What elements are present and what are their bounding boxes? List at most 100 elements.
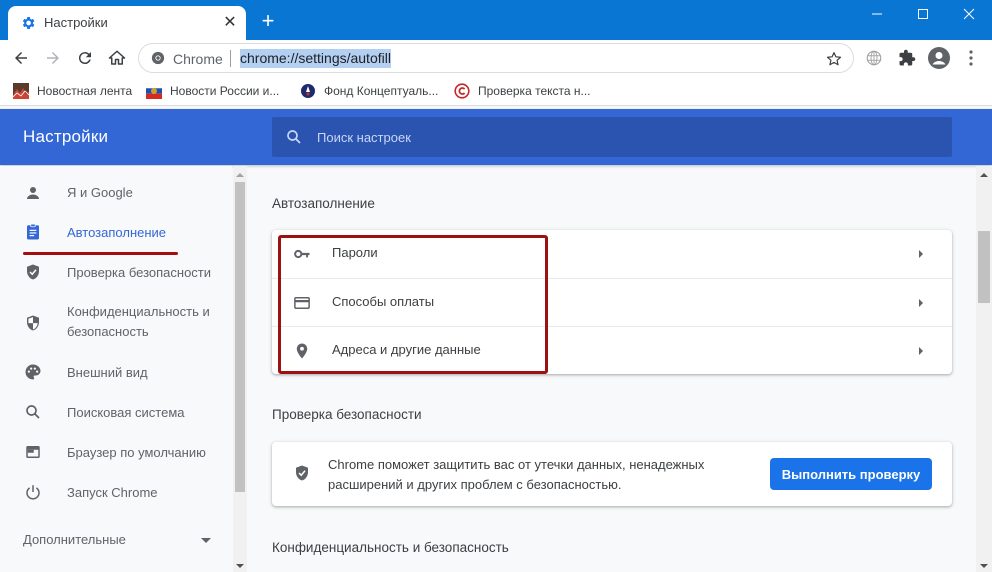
highlight-underline xyxy=(23,252,178,255)
search-icon xyxy=(287,130,301,144)
home-icon xyxy=(108,50,126,65)
bookmark-item[interactable]: Фонд Концептуаль... xyxy=(300,81,438,101)
browser-window-icon xyxy=(26,446,40,458)
profile-icon xyxy=(928,47,950,69)
close-icon xyxy=(963,8,975,20)
bookmark-item[interactable]: Проверка текста н... xyxy=(454,81,591,101)
search-input[interactable] xyxy=(317,117,937,157)
star-icon[interactable] xyxy=(825,50,843,68)
sidebar-item-privacy[interactable]: Конфиденциальность и безопасность xyxy=(0,302,232,344)
maximize-button[interactable] xyxy=(900,0,946,28)
person-icon xyxy=(27,187,39,199)
settings-search[interactable] xyxy=(272,117,952,157)
scroll-down-arrow-icon[interactable] xyxy=(980,564,988,568)
arrow-right-icon xyxy=(919,347,923,355)
privacy-section-title: Конфиденциальность и безопасность xyxy=(272,540,509,555)
sidebar-item-label: Проверка безопасности xyxy=(67,265,212,280)
palette-icon xyxy=(25,364,41,380)
location-pin-icon xyxy=(296,343,308,359)
sidebar-scroll-thumb[interactable] xyxy=(235,182,245,492)
chrome-logo-icon xyxy=(151,51,165,65)
menu-icon xyxy=(969,50,973,66)
bookmark-label: Новости России и... xyxy=(170,84,280,98)
globe-icon xyxy=(866,50,882,66)
back-button[interactable] xyxy=(9,46,33,70)
copyright-icon xyxy=(454,83,470,99)
sidebar-item-label: Автозаполнение xyxy=(67,225,167,240)
bookmark-label: Проверка текста н... xyxy=(478,84,591,98)
site-label: Chrome xyxy=(173,51,223,67)
address-bar[interactable]: Chrome chrome://settings/autofill xyxy=(138,43,854,73)
sidebar-item-appearance[interactable]: Внешний вид xyxy=(0,363,232,383)
settings-header: Настройки xyxy=(0,109,992,165)
profile-button[interactable] xyxy=(927,46,951,70)
advanced-label: Дополнительные xyxy=(23,532,126,547)
sidebar-item-label-line2: безопасность xyxy=(67,324,149,339)
clipboard-icon xyxy=(27,223,39,240)
sidebar-item-autofill[interactable]: Автозаполнение xyxy=(0,223,232,243)
autofill-card: Пароли Способы оплаты Адреса и другие да… xyxy=(272,230,952,374)
sidebar-item-on-startup[interactable]: Запуск Chrome xyxy=(0,483,232,503)
arrow-right-icon xyxy=(919,299,923,307)
reload-button[interactable] xyxy=(73,46,97,70)
sidebar-advanced-toggle[interactable]: Дополнительные xyxy=(23,530,213,550)
bookmark-item[interactable]: Новости России и... xyxy=(146,81,279,101)
payment-methods-row[interactable]: Способы оплаты xyxy=(272,278,952,326)
gear-icon xyxy=(22,17,35,29)
scroll-up-arrow-icon[interactable] xyxy=(980,173,988,177)
run-safety-check-button[interactable]: Выполнить проверку xyxy=(770,458,932,490)
minimize-icon xyxy=(872,13,882,15)
shield-half-icon xyxy=(27,315,39,331)
sidebar-item-safety-check[interactable]: Проверка безопасности xyxy=(0,263,232,283)
sidebar-item-label: Поисковая система xyxy=(67,405,185,420)
sidebar-item-label: Запуск Chrome xyxy=(67,485,158,500)
scroll-up-arrow-icon[interactable] xyxy=(236,173,244,177)
sidebar-item-search-engine[interactable]: Поисковая система xyxy=(0,403,232,423)
omnibox-separator xyxy=(230,50,231,67)
extensions-button[interactable] xyxy=(897,48,917,68)
tab-title: Настройки xyxy=(44,15,108,30)
row-label: Адреса и другие данные xyxy=(332,342,481,357)
bookmark-item[interactable]: Новостная лента xyxy=(13,81,132,101)
search-icon xyxy=(26,405,40,419)
autofill-section-title: Автозаполнение xyxy=(272,196,375,211)
safety-card: Chrome поможет защитить вас от утечки да… xyxy=(272,442,952,506)
forward-button[interactable] xyxy=(41,46,65,70)
bookmark-label: Новостная лента xyxy=(37,84,133,98)
sidebar-item-you-and-google[interactable]: Я и Google xyxy=(0,183,232,203)
credit-card-icon xyxy=(294,297,310,309)
minimize-button[interactable] xyxy=(854,0,900,28)
addresses-row[interactable]: Адреса и другие данные xyxy=(272,326,952,374)
main-scrollbar[interactable] xyxy=(976,166,992,572)
home-button[interactable] xyxy=(105,46,129,70)
tab-settings[interactable]: Настройки ✕ xyxy=(8,6,246,40)
sidebar-scrollbar[interactable] xyxy=(233,166,247,572)
sidebar-item-label-line1: Конфиденциальность и xyxy=(67,304,210,319)
toolbar: Chrome chrome://settings/autofill xyxy=(0,40,992,76)
bookmark-label: Фонд Концептуаль... xyxy=(324,84,439,98)
menu-button[interactable] xyxy=(961,48,981,68)
shield-check-icon xyxy=(27,264,39,280)
translate-button[interactable] xyxy=(864,48,884,68)
main-scroll-thumb[interactable] xyxy=(978,231,990,303)
arrow-right-icon xyxy=(919,250,923,258)
close-window-button[interactable] xyxy=(946,0,992,28)
sidebar-item-label: Я и Google xyxy=(67,185,133,200)
scroll-down-arrow-icon[interactable] xyxy=(236,564,244,568)
bookmarks-bar: Новостная лента Новости России и... Фонд… xyxy=(0,76,992,106)
close-tab-icon[interactable]: ✕ xyxy=(221,14,239,32)
extensions-icon xyxy=(899,49,916,66)
safety-description: Chrome поможет защитить вас от утечки да… xyxy=(328,457,705,492)
forward-icon xyxy=(47,52,59,64)
url-text[interactable]: chrome://settings/autofill xyxy=(240,49,391,68)
page-title: Настройки xyxy=(23,127,109,146)
title-bar: Настройки ✕ + xyxy=(0,0,992,40)
safety-section-title: Проверка безопасности xyxy=(272,407,422,422)
shield-check-icon xyxy=(296,465,308,481)
row-label: Способы оплаты xyxy=(332,294,435,309)
new-tab-button[interactable]: + xyxy=(258,10,278,32)
sidebar-item-label: Браузер по умолчанию xyxy=(67,445,206,460)
passwords-row[interactable]: Пароли xyxy=(272,230,952,278)
row-label: Пароли xyxy=(332,245,378,260)
sidebar-item-default-browser[interactable]: Браузер по умолчанию xyxy=(0,443,232,463)
